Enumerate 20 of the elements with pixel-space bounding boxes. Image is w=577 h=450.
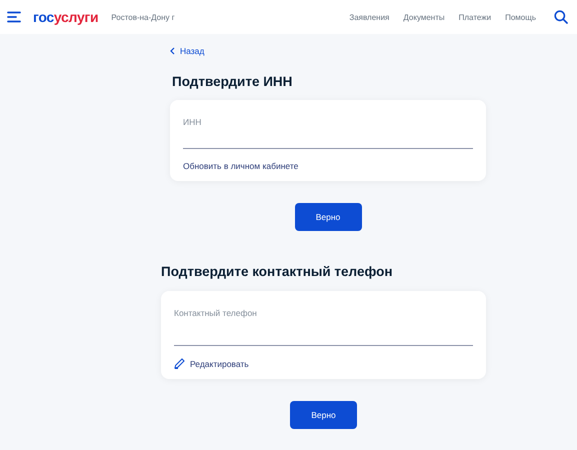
input-field[interactable]: ИНН xyxy=(183,112,473,149)
pencil-icon xyxy=(174,358,185,369)
nav-link[interactable]: Заявления xyxy=(349,12,390,22)
edit-link[interactable]: Редактировать xyxy=(190,358,249,368)
confirm-button[interactable]: Верно xyxy=(294,203,362,231)
city-link[interactable]: Ростов-на-Дону г xyxy=(111,12,175,22)
back-link[interactable]: Назад xyxy=(180,46,204,56)
logo-text[interactable]: услуги xyxy=(54,9,98,25)
section-title: Подтвердите ИНН xyxy=(172,74,294,89)
logo-text[interactable]: гос xyxy=(33,9,54,25)
section-title: Подтвердите контактный телефон xyxy=(161,264,394,279)
nav-link[interactable]: Платежи xyxy=(458,12,492,22)
nav-link[interactable]: Документы xyxy=(403,12,445,22)
update-link[interactable]: Обновить в личном кабинете xyxy=(183,161,298,171)
chevron-left-icon[interactable] xyxy=(170,47,175,55)
search-icon[interactable] xyxy=(554,10,568,24)
menu-icon[interactable] xyxy=(7,11,21,23)
confirm-button[interactable]: Верно xyxy=(290,401,357,429)
input-field[interactable]: Контактный телефон xyxy=(174,303,473,346)
nav-link[interactable]: Помощь xyxy=(505,12,536,22)
